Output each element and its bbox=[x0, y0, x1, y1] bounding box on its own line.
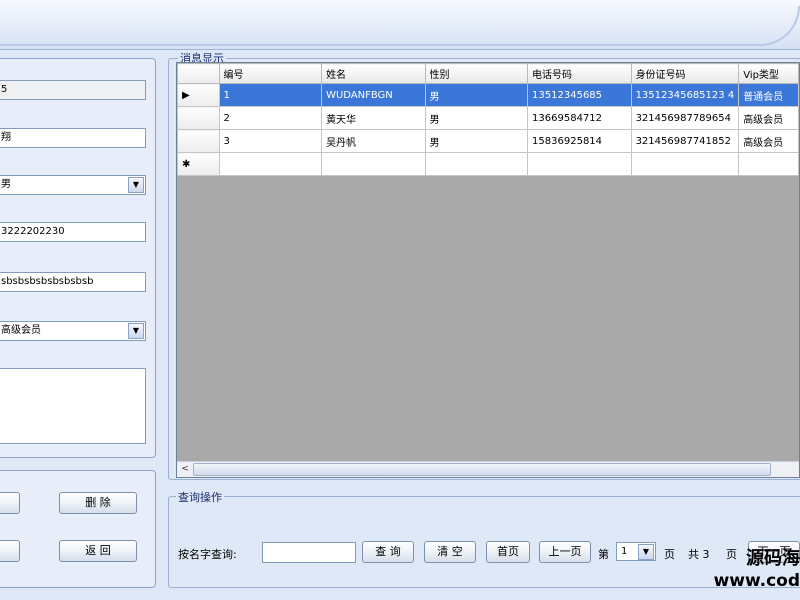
cell-name[interactable]: 黄天华 bbox=[321, 106, 426, 130]
column-header-vip[interactable]: Vip类型 bbox=[738, 63, 799, 84]
cell-id[interactable] bbox=[218, 152, 323, 176]
cell-vip[interactable]: 高级会员 bbox=[738, 106, 799, 130]
scrollbar-thumb[interactable] bbox=[193, 463, 771, 476]
horizontal-scrollbar[interactable]: < bbox=[177, 461, 799, 477]
cell-vip[interactable] bbox=[738, 152, 799, 176]
grid-table: 编号 姓名 性别 电话号码 身份证号码 Vip类型 ▶ 1 WUDANFBGN … bbox=[177, 63, 799, 176]
page-number-select[interactable]: 1 ▼ bbox=[616, 542, 656, 561]
chevron-down-icon[interactable]: ▼ bbox=[128, 323, 144, 339]
remark-textarea[interactable] bbox=[0, 368, 146, 444]
gender-select[interactable]: 男 ▼ bbox=[0, 175, 146, 195]
delete-button[interactable]: 删 除 bbox=[59, 492, 137, 514]
page-prefix-label: 第 bbox=[598, 548, 609, 561]
search-by-name-label: 按名字查询: bbox=[178, 548, 237, 561]
cell-phone[interactable] bbox=[527, 152, 632, 176]
new-row-asterisk-icon[interactable]: ✱ bbox=[177, 152, 220, 176]
watermark-line2: www.cod bbox=[713, 571, 800, 591]
table-row[interactable]: 3 吴丹帆 男 15836925814 321456987741852 高级会员 bbox=[177, 129, 799, 153]
title-banner bbox=[0, 0, 800, 50]
idcard-field[interactable]: sbsbsbsbsbsbsbsb bbox=[0, 272, 146, 292]
chevron-down-icon[interactable]: ▼ bbox=[638, 544, 654, 560]
cell-phone[interactable]: 15836925814 bbox=[527, 129, 632, 153]
column-header-name[interactable]: 姓名 bbox=[321, 63, 426, 84]
column-header-idcard[interactable]: 身份证号码 bbox=[630, 63, 740, 84]
clear-button[interactable]: 清 空 bbox=[424, 541, 476, 563]
phone-field[interactable]: 3222202230 bbox=[0, 222, 146, 242]
page-number-value: 1 bbox=[621, 546, 628, 557]
page-suffix-label: 页 bbox=[664, 548, 675, 561]
row-selected-marker-icon[interactable]: ▶ bbox=[177, 83, 220, 107]
cell-id[interactable]: 2 bbox=[218, 106, 323, 130]
cell-name[interactable]: 吴丹帆 bbox=[321, 129, 426, 153]
cell-idcard[interactable]: 13512345685123 4 bbox=[630, 83, 740, 107]
prev-page-button[interactable]: 上一页 bbox=[539, 541, 591, 563]
cell-gender[interactable]: 男 bbox=[424, 129, 529, 153]
cell-id[interactable]: 1 bbox=[218, 83, 323, 107]
query-group-title: 查询操作 bbox=[176, 489, 224, 505]
action-button-panel bbox=[0, 470, 156, 588]
query-button[interactable]: 查 询 bbox=[362, 541, 414, 563]
add-button[interactable] bbox=[0, 492, 20, 514]
member-data-grid[interactable]: 编号 姓名 性别 电话号码 身份证号码 Vip类型 ▶ 1 WUDANFBGN … bbox=[176, 62, 800, 478]
scroll-left-arrow-icon[interactable]: < bbox=[177, 462, 193, 477]
row-header[interactable] bbox=[177, 129, 220, 153]
vip-type-select[interactable]: 高级会员 ▼ bbox=[0, 321, 146, 341]
watermark-line1: 源码海 bbox=[746, 548, 800, 569]
table-row-new[interactable]: ✱ bbox=[177, 152, 799, 176]
column-header-gender[interactable]: 性别 bbox=[424, 63, 529, 84]
vip-type-select-value: 高级会员 bbox=[1, 325, 41, 336]
banner-curve bbox=[0, 6, 800, 46]
gender-select-value: 男 bbox=[1, 179, 11, 190]
table-row[interactable]: ▶ 1 WUDANFBGN 男 13512345685 135123456851… bbox=[177, 83, 799, 107]
cell-vip[interactable]: 高级会员 bbox=[738, 129, 799, 153]
cell-phone[interactable]: 13669584712 bbox=[527, 106, 632, 130]
cell-idcard[interactable] bbox=[630, 152, 740, 176]
member-name-field[interactable]: 翔 bbox=[0, 128, 146, 148]
watermark: 源码海 www.cod bbox=[714, 548, 800, 592]
cell-name[interactable] bbox=[321, 152, 426, 176]
cell-id[interactable]: 3 bbox=[218, 129, 323, 153]
cell-gender[interactable] bbox=[424, 152, 529, 176]
cell-phone[interactable]: 13512345685 bbox=[527, 83, 632, 107]
search-name-input[interactable] bbox=[262, 542, 356, 563]
cell-gender[interactable]: 男 bbox=[424, 83, 529, 107]
cell-vip[interactable]: 普通会员 bbox=[738, 83, 799, 107]
column-header-phone[interactable]: 电话号码 bbox=[527, 63, 632, 84]
member-id-field[interactable]: 5 bbox=[0, 80, 146, 100]
column-header-id[interactable]: 编号 bbox=[218, 63, 323, 84]
cell-idcard[interactable]: 321456987741852 bbox=[630, 129, 740, 153]
back-button[interactable]: 返 回 bbox=[59, 540, 137, 562]
grid-corner bbox=[177, 63, 220, 84]
first-page-button[interactable]: 首页 bbox=[486, 541, 530, 563]
row-header[interactable] bbox=[177, 106, 220, 130]
grid-header-row: 编号 姓名 性别 电话号码 身份证号码 Vip类型 bbox=[177, 63, 799, 84]
cell-gender[interactable]: 男 bbox=[424, 106, 529, 130]
cell-name[interactable]: WUDANFBGN bbox=[321, 83, 426, 107]
table-row[interactable]: 2 黄天华 男 13669584712 321456987789654 高级会员 bbox=[177, 106, 799, 130]
chevron-down-icon[interactable]: ▼ bbox=[128, 177, 144, 193]
cell-idcard[interactable]: 321456987789654 bbox=[630, 106, 740, 130]
total-pages-label: 共 3 bbox=[688, 548, 710, 561]
update-button[interactable] bbox=[0, 540, 20, 562]
